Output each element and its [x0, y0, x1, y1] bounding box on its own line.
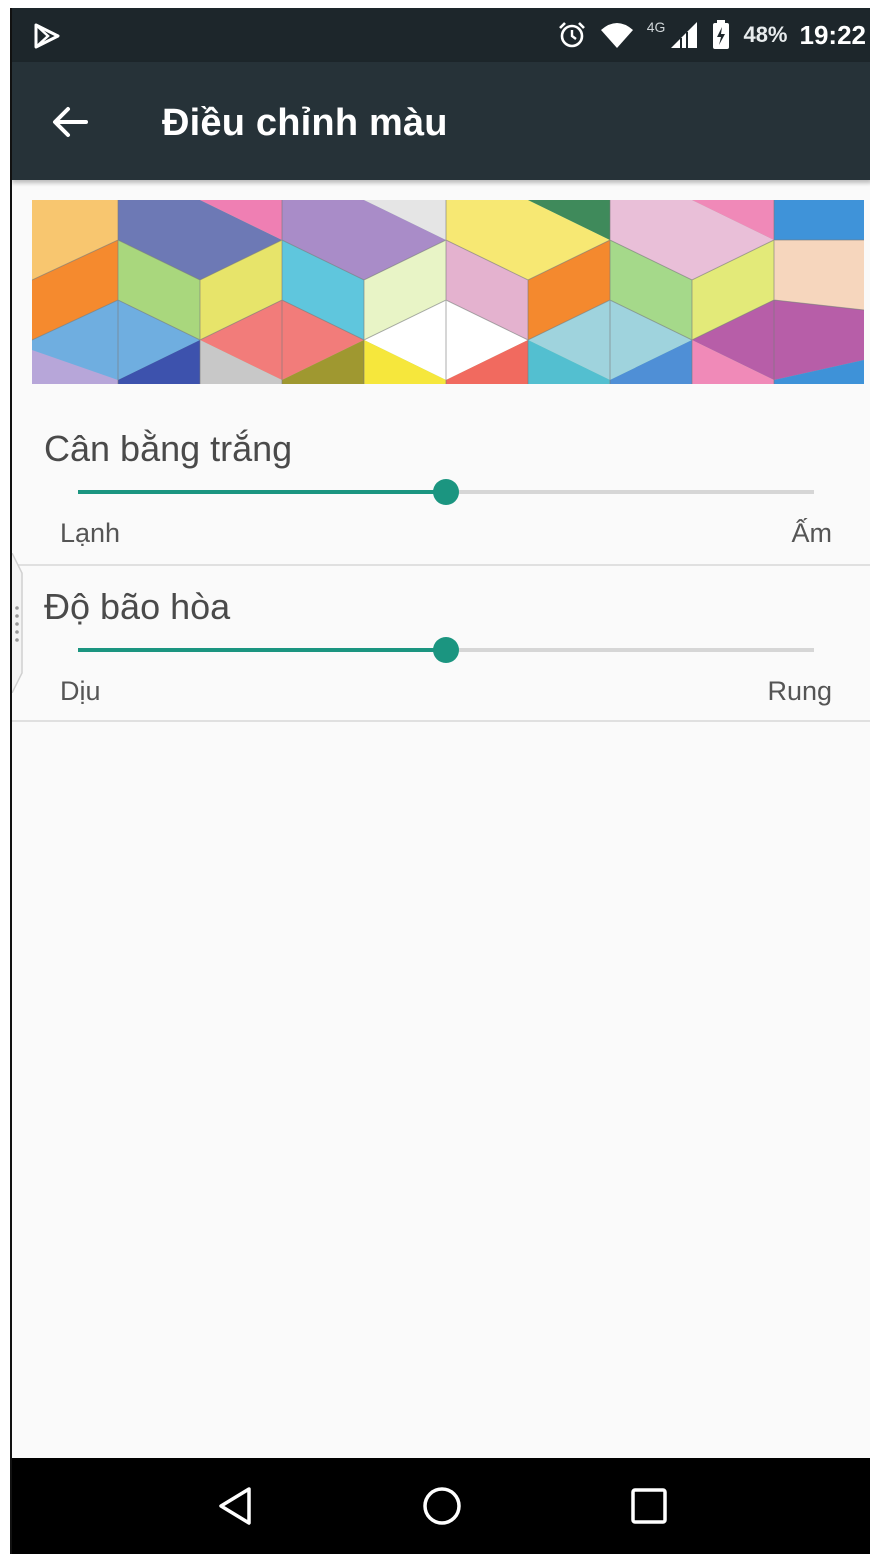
saturation-section: Độ bão hòa Dịu Rung	[12, 566, 870, 722]
nav-home-button[interactable]	[412, 1476, 472, 1536]
network-type-label: 4G	[646, 19, 666, 35]
white-balance-section: Cân bằng trắng Lạnh Ấm	[12, 408, 870, 566]
triangle-back-icon	[219, 1487, 252, 1525]
screen: 4G 48% 19:22 Điều chỉnh màu Cân bằng trắ…	[10, 8, 870, 1554]
status-bar: 4G 48% 19:22	[12, 8, 870, 62]
status-time: 19:22	[799, 19, 867, 50]
white-balance-slider-fill	[78, 490, 446, 494]
circle-home-icon	[423, 1487, 461, 1525]
play-store-icon	[34, 23, 60, 49]
white-balance-slider[interactable]	[78, 479, 814, 505]
arrow-left-icon	[53, 107, 88, 137]
saturation-min-label: Dịu	[60, 676, 101, 706]
status-icons: 4G 48% 19:22	[557, 8, 866, 62]
color-preview-image	[32, 200, 864, 384]
white-balance-slider-thumb[interactable]	[433, 479, 459, 505]
nav-back-button[interactable]	[205, 1476, 265, 1536]
saturation-slider-fill	[78, 648, 446, 652]
navigation-bar	[12, 1458, 870, 1554]
saturation-slider-thumb[interactable]	[433, 637, 459, 663]
nav-recents-button[interactable]	[619, 1476, 679, 1536]
white-balance-min-label: Lạnh	[60, 518, 121, 548]
square-recents-icon	[630, 1488, 667, 1524]
white-balance-max-label: Ấm	[791, 518, 833, 548]
white-balance-title: Cân bằng trắng	[44, 428, 293, 469]
app-bar: Điều chỉnh màu	[12, 62, 870, 180]
wifi-icon	[600, 23, 633, 48]
back-button[interactable]	[46, 98, 94, 146]
alarm-icon	[558, 22, 585, 48]
page-title: Điều chỉnh màu	[162, 102, 448, 144]
battery-charging-icon	[713, 20, 730, 49]
edge-panel-handle[interactable]	[12, 553, 26, 693]
saturation-max-label: Rung	[767, 676, 832, 706]
battery-percent: 48%	[743, 22, 788, 47]
saturation-slider[interactable]	[78, 637, 814, 663]
signal-icon	[671, 22, 698, 48]
saturation-title: Độ bão hòa	[44, 586, 231, 627]
